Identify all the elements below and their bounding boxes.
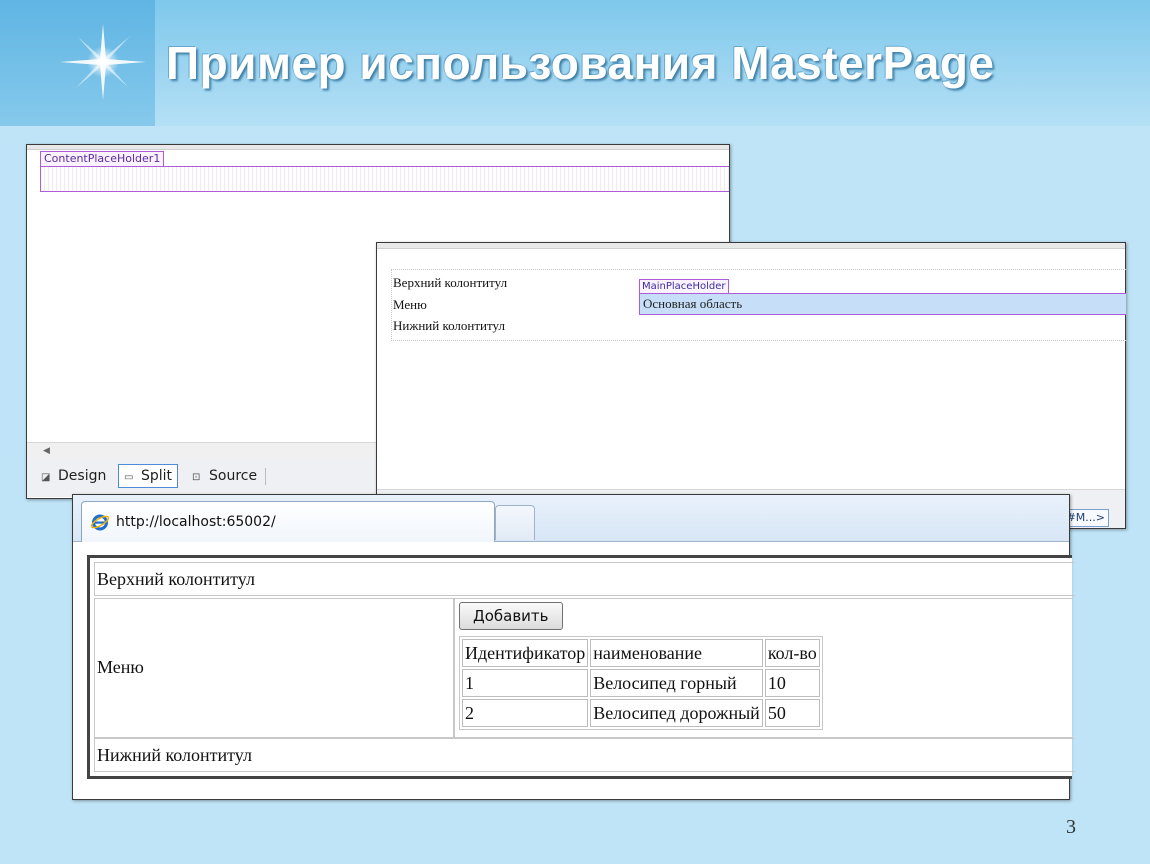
cell-id: 2 — [462, 699, 589, 727]
browser-tab-active[interactable]: http://localhost:65002/ — [81, 501, 495, 542]
page-menu-cell: Меню — [94, 598, 454, 738]
scroll-left-arrow-icon[interactable]: ◀ — [43, 445, 50, 456]
page-menu-text: Меню — [97, 657, 144, 677]
column-header-qty: кол-во — [764, 639, 820, 667]
cell-qty: 10 — [764, 669, 820, 697]
tab-design-label: Design — [58, 468, 107, 484]
internet-explorer-icon — [90, 514, 110, 531]
content-placeholder-region[interactable] — [40, 166, 729, 192]
split-view-icon: ▭ — [124, 472, 134, 483]
cell-id: 1 — [462, 669, 589, 697]
main-placeholder-tag[interactable]: MainPlaceHolder — [639, 279, 729, 294]
master-footer-cell: Нижний колонтитул — [393, 318, 505, 333]
rendered-page: Верхний колонтитул Меню Добавить Идентиф… — [87, 555, 1075, 779]
table-header-row: Идентификатор наименование кол-во — [462, 639, 820, 667]
table-row: 2 Велосипед дорожный 50 — [462, 699, 820, 727]
main-placeholder-text: Основная область — [643, 296, 743, 311]
main-placeholder-region[interactable]: Основная область — [639, 293, 1126, 315]
slide-title: Пример использования MasterPage — [166, 37, 995, 89]
master-header-cell: Верхний колонтитул — [393, 275, 508, 290]
page-footer-cell: Нижний колонтитул — [94, 738, 1075, 772]
browser-tab-strip: http://localhost:65002/ — [73, 495, 1069, 542]
slide-number: 3 — [1066, 816, 1076, 838]
source-view-icon: ⊡ — [192, 472, 201, 483]
page-header-cell: Верхний колонтитул — [94, 562, 1075, 596]
cell-name: Велосипед дорожный — [590, 699, 763, 727]
designer-window-master-page: Верхний колонтитул Меню Нижний колонтиту… — [376, 242, 1126, 529]
tab-source[interactable]: ⊡ Source — [187, 464, 262, 488]
column-header-name: наименование — [590, 639, 763, 667]
designer-toolbar-edge — [27, 145, 729, 150]
cell-qty: 50 — [764, 699, 820, 727]
new-tab-button[interactable] — [495, 505, 535, 540]
tab-separator — [265, 468, 266, 485]
sparkle-star-icon — [60, 24, 146, 100]
products-grid: Идентификатор наименование кол-во 1 Вело… — [459, 636, 823, 730]
tab-split-label: Split — [141, 468, 173, 484]
tab-design[interactable]: ◪ Design — [36, 464, 111, 488]
design-view-icon: ◪ — [41, 472, 51, 483]
master-menu-cell: Меню — [393, 297, 427, 312]
tab-split[interactable]: ▭ Split — [118, 464, 179, 488]
add-button[interactable]: Добавить — [459, 602, 563, 630]
browser-window: http://localhost:65002/ Верхний колонтит… — [72, 494, 1075, 800]
content-placeholder-tag[interactable]: ContentPlaceHolder1 — [40, 151, 165, 167]
page-main-cell: Добавить Идентификатор наименование кол-… — [454, 598, 1073, 738]
cell-name: Велосипед горный — [590, 669, 763, 697]
tab-source-label: Source — [209, 468, 258, 484]
designer-toolbar-edge — [377, 243, 1125, 249]
browser-tab-url: http://localhost:65002/ — [116, 514, 276, 530]
column-header-id: Идентификатор — [462, 639, 589, 667]
slide-header: Пример использования MasterPage — [0, 0, 1150, 126]
table-row: 1 Велосипед горный 10 — [462, 669, 820, 697]
